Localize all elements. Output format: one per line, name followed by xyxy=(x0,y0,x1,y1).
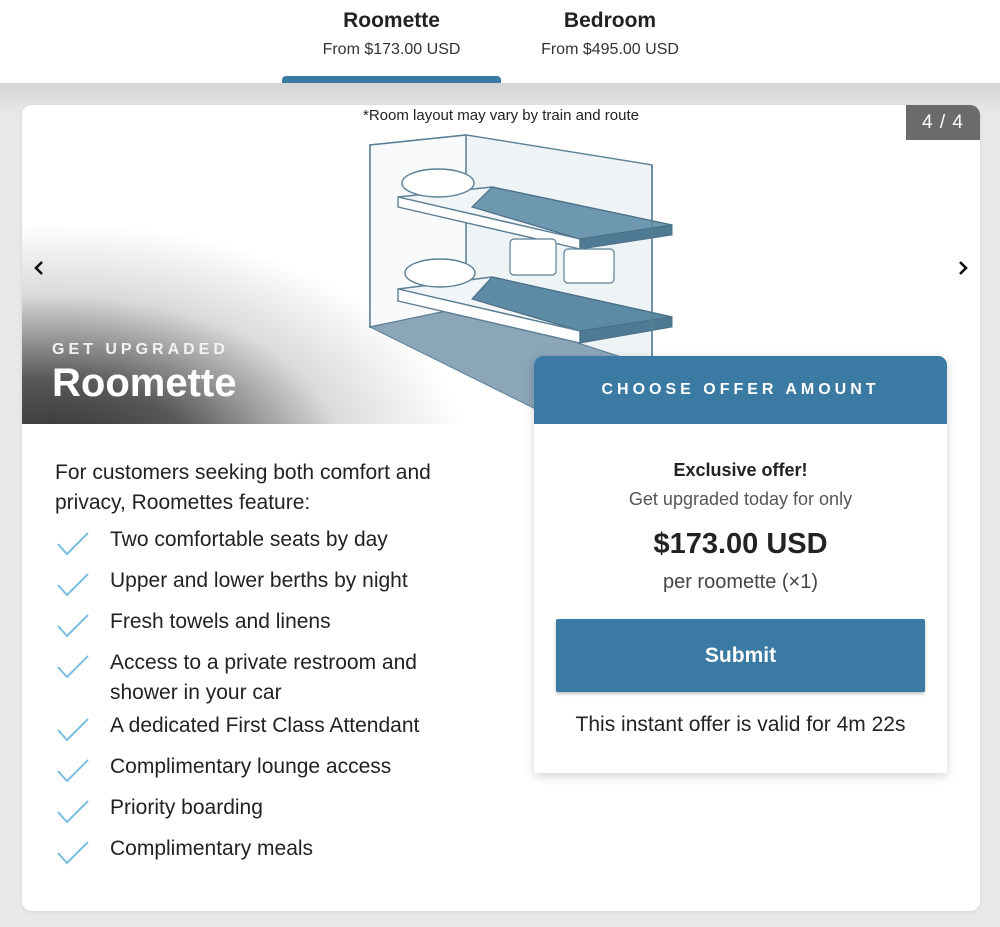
feature-item: Upper and lower berths by night xyxy=(55,566,495,600)
exclusive-offer-label: Exclusive offer! xyxy=(673,460,808,480)
feature-text: Upper and lower berths by night xyxy=(110,569,408,592)
feature-text: A dedicated First Class Attendant xyxy=(110,714,420,737)
feature-text: Complimentary lounge access xyxy=(110,755,392,778)
feature-text: Priority boarding xyxy=(110,796,263,819)
chevron-right-icon xyxy=(959,261,968,275)
offer-price: $173.00 USD xyxy=(653,528,828,560)
slide-counter: 4 / 4 xyxy=(906,105,980,140)
checkmark-icon xyxy=(57,718,89,742)
tab-bedroom[interactable]: Bedroom From $495.00 USD xyxy=(515,0,705,83)
carousel-prev-button[interactable] xyxy=(24,253,54,283)
feature-item: Access to a private restroom and shower … xyxy=(55,648,495,708)
feature-item: Priority boarding xyxy=(55,793,495,827)
tab-roomette-name: Roomette xyxy=(343,9,440,32)
checkmark-icon xyxy=(57,800,89,824)
feature-item: Complimentary meals xyxy=(55,834,495,868)
offer-per-unit: per roomette (×1) xyxy=(662,571,819,593)
carousel-next-button[interactable] xyxy=(948,253,978,283)
chevron-left-icon xyxy=(34,261,43,275)
hero-title: Roomette xyxy=(52,361,237,405)
offer-panel: CHOOSE OFFER AMOUNT Exclusive offer! Get… xyxy=(534,356,947,773)
tab-bedroom-price: From $495.00 USD xyxy=(541,41,679,58)
feature-text: Fresh towels and linens xyxy=(110,610,331,633)
feature-item: Complimentary lounge access xyxy=(55,752,495,786)
feature-item: Fresh towels and linens xyxy=(55,607,495,641)
feature-text: Complimentary meals xyxy=(110,837,314,860)
tab-roomette[interactable]: Roomette From $173.00 USD xyxy=(282,0,501,83)
features-intro: For customers seeking both comfort and p… xyxy=(55,461,431,514)
submit-button[interactable]: Submit xyxy=(556,619,925,692)
active-tab-indicator xyxy=(282,76,501,83)
feature-item: Two comfortable seats by day xyxy=(55,525,495,559)
offer-panel-header: CHOOSE OFFER AMOUNT xyxy=(534,356,947,424)
checkmark-icon xyxy=(57,532,89,556)
checkmark-icon xyxy=(57,614,89,638)
feature-text: Access to a private restroom and shower … xyxy=(110,651,417,704)
feature-text: Two comfortable seats by day xyxy=(110,528,388,551)
tab-bedroom-name: Bedroom xyxy=(563,9,657,32)
layout-disclaimer: *Room layout may vary by train and route xyxy=(363,107,639,124)
checkmark-icon xyxy=(57,841,89,865)
hero-eyebrow: GET UPGRADED xyxy=(52,341,229,358)
offer-timer: This instant offer is valid for 4m 22s xyxy=(575,713,906,736)
feature-item: A dedicated First Class Attendant xyxy=(55,711,495,745)
checkmark-icon xyxy=(57,655,89,679)
offer-subtitle: Get upgraded today for only xyxy=(628,489,853,509)
checkmark-icon xyxy=(57,759,89,783)
tab-roomette-price: From $173.00 USD xyxy=(322,41,461,58)
checkmark-icon xyxy=(57,573,89,597)
room-type-tabs: Roomette From $173.00 USD Bedroom From $… xyxy=(0,0,1000,83)
